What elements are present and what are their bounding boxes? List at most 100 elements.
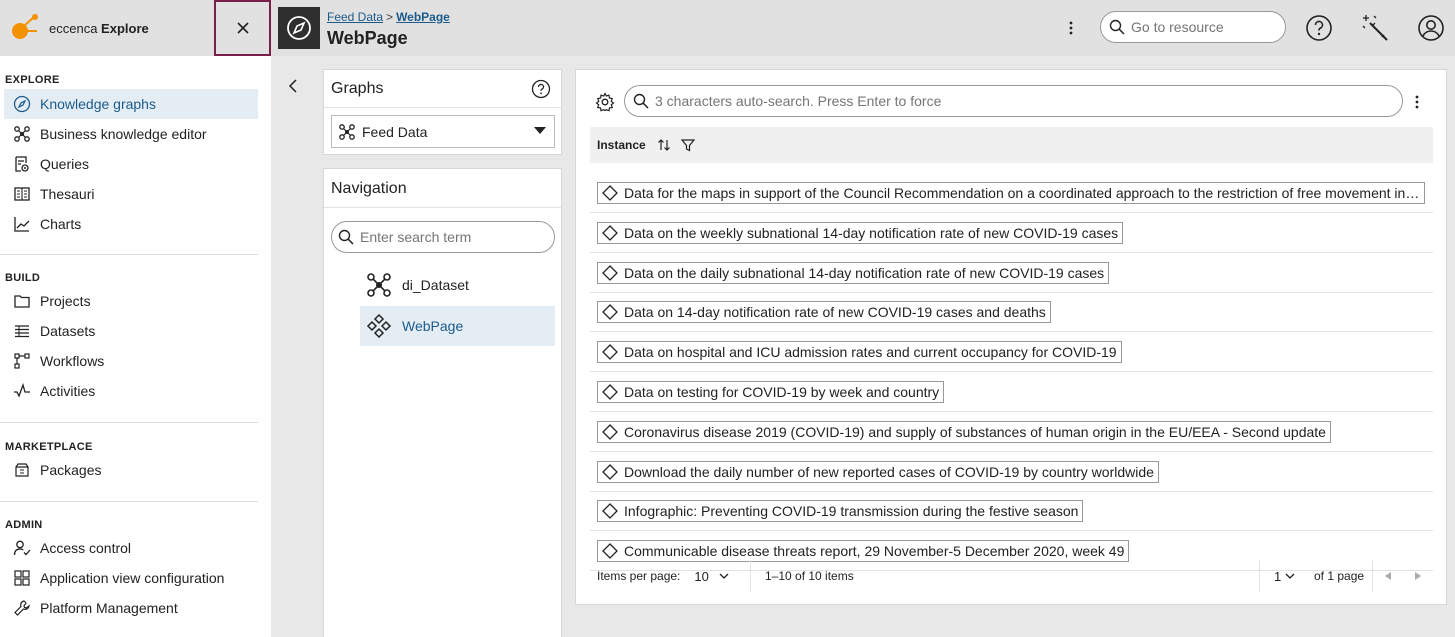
brand[interactable]: eccenca Explore [0, 0, 214, 56]
close-icon [236, 22, 249, 34]
sidebar-item-projects[interactable]: Projects [4, 286, 258, 316]
sidebar-item-label: Queries [40, 156, 90, 172]
workflow-icon [12, 351, 32, 371]
compass-icon [12, 94, 32, 114]
sidebar-item-platform-management[interactable]: Platform Management [4, 593, 258, 623]
instance-column-header: Instance [590, 127, 1433, 163]
diamond-icon [602, 463, 618, 480]
header-tools [1093, 0, 1455, 56]
instance-label: Data on testing for COVID-19 by week and… [624, 383, 940, 400]
table-row: Coronavirus disease 2019 (COVID-19) and … [590, 412, 1433, 452]
navigation-search-input[interactable] [360, 229, 540, 245]
brand-name: eccenca Explore [49, 20, 149, 36]
diamond-icon [602, 224, 618, 241]
breadcrumb-link-webpage[interactable]: WebPage [396, 10, 450, 24]
sidebar-item-label: Datasets [40, 323, 96, 339]
instance-link[interactable]: Coronavirus disease 2019 (COVID-19) and … [597, 420, 1331, 443]
graph-nodes-icon [366, 272, 392, 298]
navigation-item-di-dataset[interactable]: di_Dataset [360, 265, 555, 305]
sidebar-heading: ADMIN [5, 519, 43, 531]
user-account-button[interactable] [1415, 12, 1447, 44]
magic-wand-icon [1362, 15, 1388, 41]
previous-page-button[interactable] [1380, 568, 1396, 584]
sort-button[interactable] [656, 137, 672, 153]
instance-search-input[interactable] [655, 93, 1375, 109]
help-button[interactable] [1303, 12, 1335, 44]
instance-label: Download the daily number of new reporte… [624, 463, 1154, 480]
magic-wand-button[interactable] [1359, 12, 1391, 44]
header-more-menu-button[interactable] [1061, 16, 1081, 40]
sidebar-item-knowledge-graphs[interactable]: Knowledge graphs [4, 89, 258, 119]
sidebar-item-charts[interactable]: Charts [4, 209, 258, 239]
pagination: Items per page: 10 1–10 of 10 items 1 of… [590, 560, 1433, 592]
query-icon [12, 154, 32, 174]
sidebar-item-label: Projects [40, 293, 91, 309]
instance-link[interactable]: Data on testing for COVID-19 by week and… [597, 380, 945, 403]
close-sidebar-button[interactable] [214, 0, 271, 56]
diamond-icon [602, 383, 618, 400]
page-select[interactable]: 1 [1274, 569, 1295, 584]
filter-button[interactable] [680, 137, 696, 153]
sidebar-section-build: BUILD Projects Datasets Workflows Activi… [0, 270, 271, 406]
go-to-resource-input[interactable] [1131, 19, 1271, 35]
graph-nodes-icon [339, 123, 355, 140]
chevron-left-icon [288, 79, 297, 93]
sidebar-item-datasets[interactable]: Datasets [4, 316, 258, 346]
dataset-icon [12, 321, 32, 341]
pager-divider [1259, 560, 1260, 592]
sidebar-item-access-control[interactable]: Access control [4, 533, 258, 563]
sidebar-item-business-knowledge-editor[interactable]: Business knowledge editor [4, 119, 258, 149]
table-row: Data on testing for COVID-19 by week and… [590, 372, 1433, 412]
table-row: Infographic: Preventing COVID-19 transmi… [590, 491, 1433, 531]
graph-select-value: Feed Data [362, 123, 428, 140]
graphs-panel-title: Graphs [331, 80, 384, 97]
navigation-search[interactable] [331, 221, 555, 253]
sidebar-item-queries[interactable]: Queries [4, 149, 258, 179]
next-page-button[interactable] [1410, 568, 1426, 584]
eccenca-logo-icon [12, 14, 38, 39]
sidebar-item-thesauri[interactable]: Thesauri [4, 179, 258, 209]
activity-icon [12, 381, 32, 401]
instance-link[interactable]: Data on the weekly subnational 14-day no… [597, 221, 1124, 244]
user-avatar-icon [1418, 15, 1444, 41]
instance-search[interactable] [624, 85, 1403, 117]
diamond-icon [602, 502, 618, 519]
sidebar-divider [0, 501, 258, 502]
instance-link[interactable]: Data on hospital and ICU admission rates… [597, 340, 1122, 363]
sidebar-item-packages[interactable]: Packages [4, 455, 258, 485]
page-count: of 1 page [1314, 569, 1365, 583]
instance-link[interactable]: Data on 14-day notification rate of new … [597, 300, 1051, 323]
sidebar-heading: EXPLORE [5, 74, 60, 86]
graph-select[interactable]: Feed Data [331, 115, 555, 148]
sidebar-item-label: Access control [40, 540, 132, 556]
sidebar-item-label: Knowledge graphs [40, 96, 156, 112]
items-per-page-select[interactable]: 10 [694, 569, 729, 584]
instance-link[interactable]: Data on the daily subnational 14-day not… [597, 261, 1110, 284]
instance-link[interactable]: Communicable disease threats report, 29 … [597, 539, 1130, 562]
instance-link[interactable]: Download the daily number of new reporte… [597, 460, 1159, 483]
navigation-item-label: WebPage [402, 318, 464, 334]
wrench-icon [12, 598, 32, 618]
go-to-resource-search[interactable] [1100, 11, 1286, 43]
diamond-icon [602, 542, 618, 559]
navigation-item-webpage[interactable]: WebPage [360, 306, 555, 346]
diamond-icon [602, 423, 618, 440]
filter-icon [680, 139, 695, 152]
diamond-icon [602, 264, 618, 281]
collapse-panel-button[interactable] [283, 74, 303, 98]
instance-settings-button[interactable] [595, 92, 615, 112]
diamond-icon [602, 343, 618, 360]
more-vertical-icon [1069, 21, 1073, 35]
sidebar-item-activities[interactable]: Activities [4, 376, 258, 406]
instance-link[interactable]: Data for the maps in support of the Coun… [597, 181, 1425, 204]
panel-divider [324, 107, 561, 108]
breadcrumb-link-feed-data[interactable]: Feed Data [327, 10, 383, 24]
instance-link[interactable]: Infographic: Preventing COVID-19 transmi… [597, 499, 1084, 522]
sidebar-item-label: Business knowledge editor [40, 126, 207, 142]
instance-more-menu-button[interactable] [1409, 90, 1425, 114]
breadcrumb-separator: > [386, 10, 394, 24]
sidebar-item-workflows[interactable]: Workflows [4, 346, 258, 376]
compass-icon [287, 16, 311, 40]
graphs-help-button[interactable] [531, 79, 551, 99]
sidebar-item-application-view-configuration[interactable]: Application view configuration [4, 563, 258, 593]
